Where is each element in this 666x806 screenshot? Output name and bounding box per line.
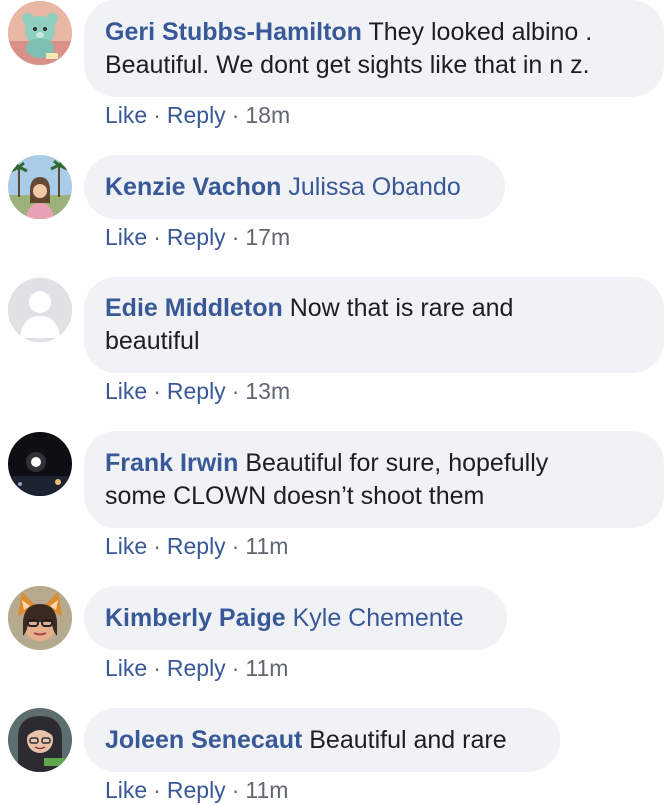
comment-author[interactable]: Kenzie Vachon [105,173,281,201]
separator: · [231,655,240,681]
comment-author[interactable]: Frank Irwin [105,449,238,477]
separator: · [153,102,161,128]
comment-author[interactable]: Edie Middleton [105,294,283,322]
comment-author[interactable]: Joleen Senecaut [105,726,302,754]
comment-text-block: Edie Middleton Now that is rare and beau… [105,292,565,358]
comment-timestamp[interactable]: 11m [245,777,288,803]
reply-button[interactable]: Reply [167,378,226,404]
separator: · [153,378,161,404]
reply-button[interactable]: Reply [167,655,226,681]
comment-actions: Like · Reply · 13m [105,377,290,405]
reply-button[interactable]: Reply [167,102,226,128]
comment-actions: Like · Reply · 17m [105,223,290,251]
comment-timestamp[interactable]: 13m [245,378,290,404]
tagged-user-link[interactable]: Kyle Chemente [286,604,464,632]
reply-button[interactable]: Reply [167,533,226,559]
tagged-user-link[interactable]: Julissa Obando [281,173,460,201]
comment-text-block: Joleen Senecaut Beautiful and rare [105,724,507,757]
avatar[interactable] [8,432,72,496]
comment-text-block: Geri Stubbs-Hamilton They looked albino … [105,16,644,82]
avatar[interactable] [8,708,72,772]
comment-actions: Like · Reply · 11m [105,654,288,682]
comment-text: Beautiful and rare [302,725,507,754]
comment-author[interactable]: Kimberly Paige [105,604,286,632]
comment-text-block: Kimberly Paige Kyle Chemente [105,602,464,635]
comment-bubble: Geri Stubbs-Hamilton They looked albino … [84,0,664,97]
separator: · [153,777,161,803]
comment-actions: Like · Reply · 11m [105,776,288,804]
separator: · [231,378,240,404]
separator: · [231,102,240,128]
avatar[interactable] [8,586,72,650]
night-scene-avatar-icon [8,432,72,496]
separator: · [153,533,161,559]
cat-ears-filter-avatar-icon [8,586,72,650]
comment-bubble: Frank Irwin Beautiful for sure, hopefull… [84,431,664,528]
comment-timestamp[interactable]: 11m [245,655,288,681]
teddy-bear-avatar-icon [8,1,72,65]
reply-button[interactable]: Reply [167,224,226,250]
default-silhouette-avatar-icon [8,278,72,342]
comment-timestamp[interactable]: 11m [245,533,288,559]
like-button[interactable]: Like [105,378,147,404]
avatar[interactable] [8,278,72,342]
comment-actions: Like · Reply · 18m [105,101,290,129]
like-button[interactable]: Like [105,102,147,128]
comment-text-block: Frank Irwin Beautiful for sure, hopefull… [105,447,605,513]
comment-author[interactable]: Geri Stubbs-Hamilton [105,18,362,46]
separator: · [231,777,240,803]
portrait-avatar-icon [8,708,72,772]
separator: · [231,533,240,559]
avatar[interactable] [8,1,72,65]
separator: · [153,224,161,250]
separator: · [231,224,240,250]
comment-actions: Like · Reply · 11m [105,532,288,560]
palm-trees-avatar-icon [8,155,72,219]
like-button[interactable]: Like [105,777,147,803]
comment-timestamp[interactable]: 17m [245,224,290,250]
comment-timestamp[interactable]: 18m [245,102,290,128]
comment-bubble: Edie Middleton Now that is rare and beau… [84,277,664,373]
like-button[interactable]: Like [105,533,147,559]
comment-bubble: Kenzie Vachon Julissa Obando [84,155,505,219]
like-button[interactable]: Like [105,224,147,250]
comment-text-block: Kenzie Vachon Julissa Obando [105,171,461,204]
separator: · [153,655,161,681]
like-button[interactable]: Like [105,655,147,681]
reply-button[interactable]: Reply [167,777,226,803]
comment-bubble: Kimberly Paige Kyle Chemente [84,586,507,650]
avatar[interactable] [8,155,72,219]
comment-bubble: Joleen Senecaut Beautiful and rare [84,708,560,772]
